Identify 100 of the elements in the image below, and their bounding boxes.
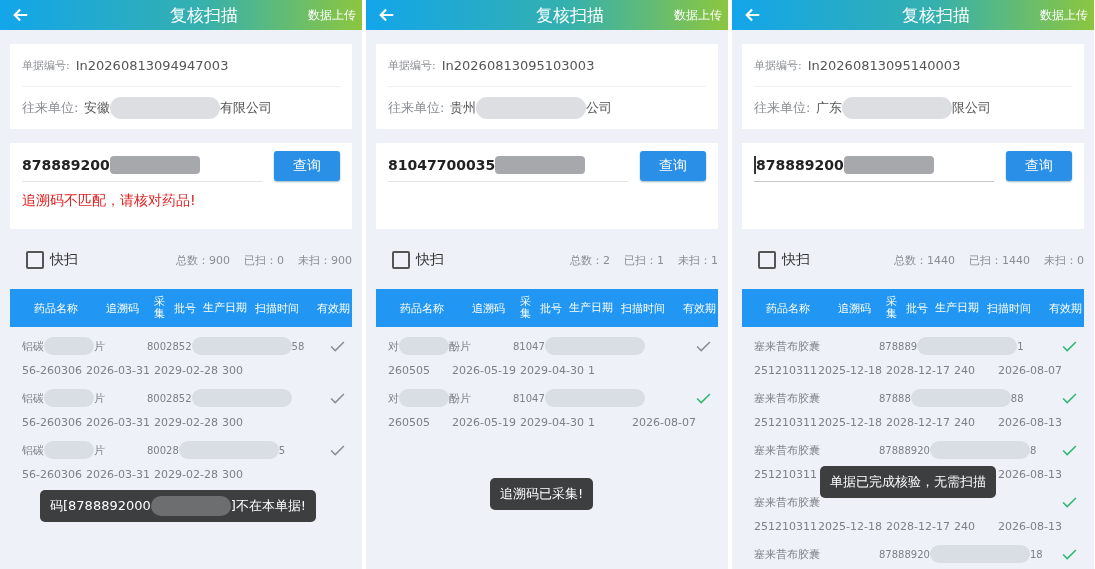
batch-number: 56-260306 — [22, 467, 83, 481]
quantity-text: 300 — [222, 415, 244, 429]
field-label: 单据编号: — [754, 57, 802, 73]
drug-name: 铝碳 — [22, 338, 44, 354]
column-header: 扫描时间 — [254, 300, 300, 316]
document-number: In20260813095140003 — [807, 57, 961, 73]
drug-name: 酚片 — [449, 390, 471, 406]
batch-number: 251210311 — [754, 467, 818, 481]
count-text: 总数：1440 — [894, 252, 955, 268]
drug-name: 塞来昔布胶囊 — [754, 546, 820, 562]
trace-code: 8 — [1029, 444, 1037, 456]
column-header: 药品名称 — [33, 300, 79, 316]
date-text: 2028-12-17 — [886, 363, 951, 377]
back-arrow-icon[interactable] — [744, 6, 762, 24]
company-name: 有限公司 — [220, 99, 273, 117]
field-label: 往来单位: — [754, 99, 811, 117]
date-text: 2026-03-31 — [86, 363, 151, 377]
column-header: 药品名称 — [399, 300, 445, 316]
trace-code: 87888920 — [879, 548, 930, 560]
drug-name: 塞来昔布胶囊 — [754, 390, 820, 406]
column-header: 采集 — [519, 295, 531, 321]
count-text: 未扫：0 — [1044, 252, 1084, 268]
drug-name: 铝碳 — [22, 390, 44, 406]
count-text: 总数：900 — [176, 252, 230, 268]
column-header: 有效期 — [681, 300, 717, 316]
scan-time: 2026-08-13 — [998, 519, 1063, 533]
document-number: In20260813094947003 — [75, 57, 229, 73]
field-label: 往来单位: — [22, 99, 79, 117]
count-text: 已扫：1440 — [969, 252, 1030, 268]
drug-name: 对 — [388, 390, 399, 406]
quick-scan-checkbox[interactable]: 快扫 — [758, 251, 810, 269]
column-header: 生产日期 — [568, 301, 614, 315]
document-number: In20260813095103003 — [441, 57, 595, 73]
screen-title: 复核扫描 — [170, 3, 238, 27]
column-header: 批号 — [905, 300, 929, 316]
date-text: 2026-05-19 — [452, 415, 517, 429]
screen-title: 复核扫描 — [902, 3, 970, 27]
toast-message: 追溯码已采集! — [490, 478, 594, 510]
date-text: 2028-12-17 — [886, 415, 951, 429]
drug-name: 对 — [388, 338, 399, 354]
date-text: 2026-05-19 — [452, 363, 517, 377]
quantity-text: 300 — [222, 467, 244, 481]
column-header: 药品名称 — [765, 300, 811, 316]
column-header: 采集 — [153, 295, 165, 321]
count-text: 总数：2 — [570, 252, 610, 268]
column-header: 采集 — [885, 295, 897, 321]
column-header: 追溯码 — [104, 300, 140, 316]
date-text: 2029-02-28 — [154, 415, 219, 429]
trace-code: 1 — [1017, 340, 1024, 352]
column-header: 追溯码 — [836, 300, 872, 316]
quantity-text: 240 — [954, 363, 976, 377]
drug-name: 铝碳 — [22, 442, 44, 458]
back-arrow-icon[interactable] — [12, 6, 30, 24]
trace-code: 8002852 — [147, 392, 192, 404]
trace-code: 87888 — [879, 392, 911, 404]
trace-code: 80028 — [147, 444, 179, 456]
scan-time: 2026-08-07 — [632, 415, 697, 429]
batch-number: 56-260306 — [22, 363, 83, 377]
company-name: 贵州 — [450, 99, 477, 117]
quantity-text: 1 — [588, 415, 596, 429]
column-header: 批号 — [173, 300, 197, 316]
quick-scan-checkbox[interactable]: 快扫 — [26, 251, 78, 269]
scan-time: 2026-08-07 — [998, 363, 1063, 377]
column-header: 有效期 — [1047, 300, 1083, 316]
drug-name: 塞来昔布胶囊 — [754, 442, 820, 458]
column-header: 有效期 — [315, 300, 351, 316]
drug-name: 酚片 — [449, 338, 471, 354]
back-arrow-icon[interactable] — [378, 6, 396, 24]
trace-code: 88 — [1010, 392, 1024, 404]
quantity-text: 240 — [954, 519, 976, 533]
date-text: 2025-12-18 — [818, 519, 883, 533]
field-label: 往来单位: — [388, 99, 445, 117]
code-input-field[interactable]: 81047700035 — [388, 149, 628, 182]
toast-message: 单据已完成核验，无需扫描 — [820, 466, 996, 498]
code-input-field[interactable]: 878889200 — [754, 149, 994, 182]
trace-code: 81047 — [513, 340, 545, 352]
field-label: 单据编号: — [388, 57, 436, 73]
code-input-field[interactable]: 878889200 — [22, 149, 262, 182]
quick-scan-checkbox[interactable]: 快扫 — [392, 251, 444, 269]
date-text: 2026-03-31 — [86, 415, 151, 429]
date-text: 2028-12-17 — [886, 519, 951, 533]
batch-number: 251210311 — [754, 363, 818, 377]
date-text: 2029-04-30 — [520, 415, 585, 429]
toast-message: 码[8788892000 ]不在本单据! — [40, 490, 317, 522]
quantity-text: 1 — [588, 363, 596, 377]
date-text: 2025-12-18 — [818, 415, 883, 429]
batch-number: 56-260306 — [22, 415, 83, 429]
batch-number: 260505 — [388, 415, 431, 429]
error-message: 追溯码不匹配，请核对药品! — [22, 192, 196, 208]
trace-code: 8002852 — [147, 340, 192, 352]
batch-number: 251210311 — [754, 519, 818, 533]
trace-code: 878889 — [879, 340, 918, 352]
trace-code: 87888920 — [879, 444, 930, 456]
count-text: 未扫：1 — [678, 252, 718, 268]
date-text: 2029-02-28 — [154, 467, 219, 481]
field-label: 单据编号: — [22, 57, 70, 73]
drug-name: 塞来昔布胶囊 — [754, 494, 820, 510]
drug-name: 片 — [94, 390, 105, 406]
quantity-text: 240 — [954, 415, 976, 429]
drug-name: 片 — [94, 442, 105, 458]
